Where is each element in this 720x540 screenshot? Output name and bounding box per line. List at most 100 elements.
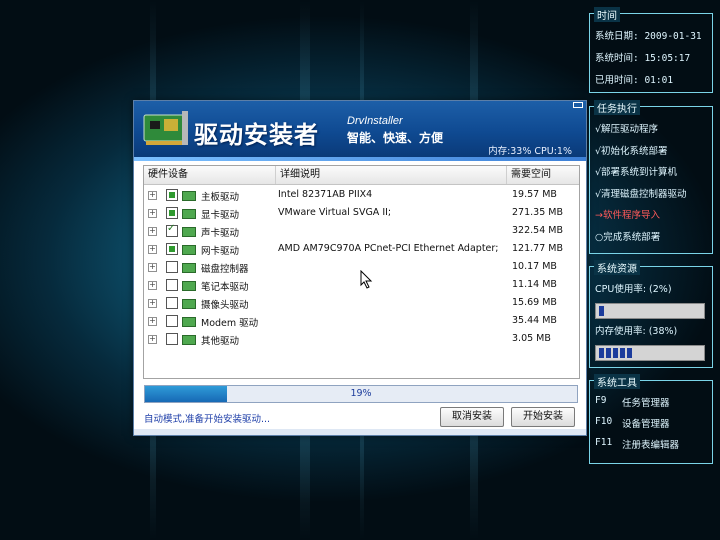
device-size: 11.14 MB — [512, 279, 557, 290]
device-checkbox[interactable] — [166, 279, 178, 291]
tool-item[interactable]: 任务管理器 — [622, 395, 670, 409]
device-name: 其他驱动 — [201, 336, 240, 347]
resource-panel: 系统资源 CPU使用率: (2%) 内存使用率: (38%) — [589, 260, 713, 368]
task-item: ○完成系统部署 — [595, 231, 661, 243]
table-row[interactable]: + 其他驱动 3.05 MB — [144, 330, 579, 348]
checkbox-fill — [169, 246, 175, 252]
device-icon — [182, 227, 196, 237]
memory-usage-meter — [595, 345, 705, 361]
device-size: 322.54 MB — [512, 225, 563, 236]
driver-installer-window: 驱动安装者 DrvInstaller 智能、快速、方便 内存:33% CPU:1… — [133, 100, 587, 436]
device-icon — [182, 209, 196, 219]
task-panel: 任务执行 √解压驱动程序 √初始化系统部署 √部署系统到计算机 √清理磁盘控制器驱动 →… — [589, 100, 713, 254]
minimize-icon[interactable] — [573, 102, 583, 108]
device-size: 35.44 MB — [512, 315, 557, 326]
table-row[interactable]: + ✓ 声卡驱动 322.54 MB — [144, 222, 579, 240]
meter-block — [627, 348, 632, 358]
device-checkbox[interactable] — [166, 261, 178, 273]
task-item: √清理磁盘控制器驱动 — [595, 188, 687, 200]
time-panel-title: 时间 — [594, 7, 620, 22]
cpu-usage-meter — [595, 303, 705, 319]
device-checkbox[interactable] — [166, 333, 178, 345]
task-item: √部署系统到计算机 — [595, 167, 678, 178]
tools-panel: 系统工具 F9 任务管理器 F10 设备管理器 F11 注册表编辑器 — [589, 374, 713, 464]
device-name: 声卡驱动 — [201, 228, 240, 239]
device-detail: VMware Virtual SVGA II; — [278, 207, 392, 218]
task-item: √初始化系统部署 — [595, 145, 668, 157]
device-name: 显卡驱动 — [201, 210, 240, 221]
progress-label: 19% — [350, 388, 372, 399]
check-mark-icon: ✓ — [167, 223, 176, 234]
expand-icon[interactable]: + — [148, 281, 157, 290]
column-header-size[interactable]: 需要空间 — [507, 166, 578, 184]
expand-icon[interactable]: + — [148, 209, 157, 218]
elapsed-time: 已用时间: 01:01 — [595, 75, 674, 86]
device-icon — [182, 317, 196, 327]
tool-shortcut-key: F9 — [595, 395, 607, 406]
banner-divider — [134, 157, 586, 161]
cpu-usage-label: CPU使用率: (2%) — [595, 284, 672, 295]
expand-icon[interactable]: + — [148, 335, 157, 344]
device-name: 摄像头驱动 — [201, 300, 249, 311]
device-checkbox[interactable] — [166, 297, 178, 309]
meter-block — [613, 348, 618, 358]
task-item: →软件程序导入 — [595, 210, 660, 221]
column-header-device[interactable]: 硬件设备 — [144, 166, 276, 184]
mouse-cursor-icon — [360, 270, 373, 289]
app-title: 驱动安装者 — [194, 122, 319, 149]
table-row[interactable]: + Modem 驱动 35.44 MB — [144, 312, 579, 330]
window-footer — [134, 429, 586, 435]
system-time: 系统时间: 15:05:17 — [595, 53, 691, 64]
status-text: 自动模式,准备开始安装驱动... — [144, 414, 271, 425]
cancel-install-button[interactable]: 取消安装 — [440, 407, 504, 427]
tool-item[interactable]: 设备管理器 — [622, 416, 670, 430]
expand-icon[interactable]: + — [148, 245, 157, 254]
table-row[interactable]: + 主板驱动 Intel 82371AB PIIX4 19.57 MB — [144, 186, 579, 204]
table-row[interactable]: + 网卡驱动 AMD AM79C970A PCnet-PCI Ethernet Ad… — [144, 240, 579, 258]
device-checkbox[interactable] — [166, 315, 178, 327]
device-size: 3.05 MB — [512, 333, 551, 344]
meter-block — [606, 348, 611, 358]
resource-panel-title: 系统资源 — [594, 260, 640, 275]
app-brand: DrvInstaller — [347, 115, 403, 127]
tools-panel-title: 系统工具 — [594, 374, 640, 389]
device-size: 19.57 MB — [512, 189, 557, 200]
device-size: 271.35 MB — [512, 207, 563, 218]
network-card-icon — [143, 111, 188, 145]
table-row[interactable]: + 显卡驱动 VMware Virtual SVGA II; 271.35 MB — [144, 204, 579, 222]
column-header-detail[interactable]: 详细说明 — [276, 166, 507, 184]
app-slogan: 智能、快速、方便 — [347, 131, 444, 145]
system-date: 系统日期: 2009-01-31 — [595, 31, 702, 42]
start-install-button[interactable]: 开始安装 — [511, 407, 575, 427]
device-checkbox[interactable] — [166, 189, 178, 201]
expand-icon[interactable]: + — [148, 191, 157, 200]
expand-icon[interactable]: + — [148, 227, 157, 236]
device-name: 主板驱动 — [201, 192, 240, 203]
task-item: √解压驱动程序 — [595, 124, 659, 135]
meter-block — [620, 348, 625, 358]
expand-icon[interactable]: + — [148, 299, 157, 308]
device-size: 10.17 MB — [512, 261, 557, 272]
resource-stats: 内存:33% CPU:1% — [488, 146, 572, 157]
table-row[interactable]: + 摄像头驱动 15.69 MB — [144, 294, 579, 312]
device-checkbox[interactable]: ✓ — [166, 223, 178, 237]
expand-icon[interactable]: + — [148, 317, 157, 326]
device-detail: Intel 82371AB PIIX4 — [278, 189, 373, 200]
device-size: 15.69 MB — [512, 297, 557, 308]
expand-icon[interactable]: + — [148, 263, 157, 272]
task-panel-title: 任务执行 — [594, 100, 640, 115]
window-banner: 驱动安装者 DrvInstaller 智能、快速、方便 内存:33% CPU:1… — [134, 101, 586, 157]
meter-block — [599, 348, 604, 358]
device-icon — [182, 281, 196, 291]
checkbox-fill — [169, 192, 175, 198]
memory-usage-label: 内存使用率: (38%) — [595, 326, 678, 337]
list-header: 硬件设备 详细说明 需要空间 — [144, 166, 579, 185]
tool-item[interactable]: 注册表编辑器 — [622, 437, 679, 451]
device-checkbox[interactable] — [166, 243, 178, 255]
device-size: 121.77 MB — [512, 243, 563, 254]
device-icon — [182, 299, 196, 309]
time-panel: 时间 系统日期: 2009-01-31 系统时间: 15:05:17 已用时间:… — [589, 7, 713, 93]
device-checkbox[interactable] — [166, 207, 178, 219]
device-name: Modem 驱动 — [201, 318, 259, 329]
meter-block — [599, 306, 604, 316]
